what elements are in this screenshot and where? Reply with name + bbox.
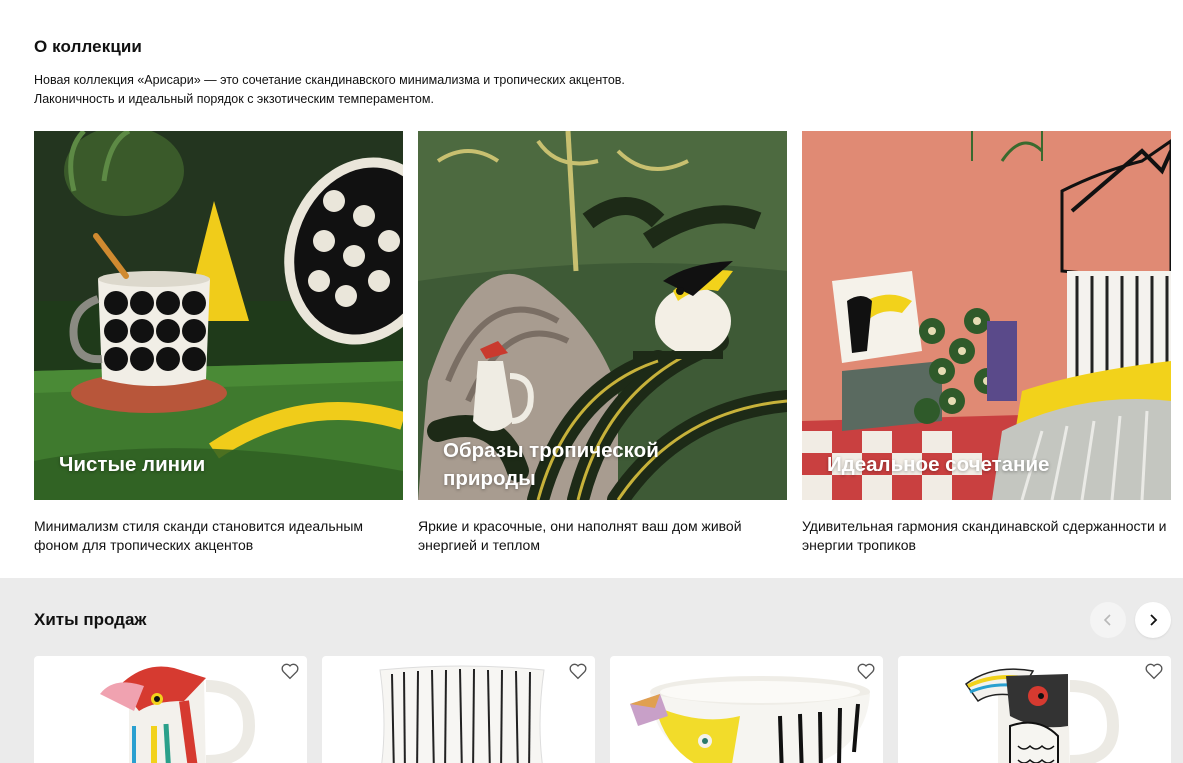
- bestsellers-section: Хиты продаж: [0, 578, 1183, 763]
- toucan-bowl-image: [630, 676, 870, 763]
- heart-icon[interactable]: [1143, 660, 1165, 682]
- card-text-clean-lines: Минимализм стиля сканди становится идеал…: [34, 518, 364, 553]
- chevron-left-icon: [1103, 614, 1111, 626]
- carousel-next-button[interactable]: [1135, 602, 1171, 638]
- bedroom-photo: [802, 131, 1171, 500]
- bestsellers-title: Хиты продаж: [34, 610, 147, 629]
- product-card-hornbill-pitcher[interactable]: [898, 656, 1171, 763]
- about-desc-line-1: Новая коллекция «Арисари» — это сочетани…: [34, 73, 625, 87]
- about-title: О коллекции: [34, 37, 142, 56]
- collection-card-tropical-images[interactable]: Образы тропической природы Яркие и красо…: [418, 131, 787, 555]
- toucan-pitcher-image: [100, 666, 256, 763]
- card-image-clean-lines[interactable]: Чистые линии: [34, 131, 403, 500]
- collection-about-section: О коллекции Новая коллекция «Арисари» — …: [0, 0, 1183, 578]
- product-card-toucan-pitcher[interactable]: [34, 656, 307, 763]
- card-text-tropical-images: Яркие и красочные, они наполнят ваш дом …: [418, 518, 742, 553]
- card-caption-clean-lines: Чистые линии: [59, 453, 206, 476]
- card-caption-line-1: Образы тропической: [443, 439, 659, 462]
- hornbill-pitcher-image: [964, 668, 1120, 763]
- about-desc-line-2: Лаконичность и идеальный порядок с экзот…: [34, 92, 434, 106]
- mug-plate-photo: [34, 131, 403, 500]
- card-text-perfect-combination: Удивительная гармония скандинавской сдер…: [802, 518, 1167, 553]
- card-image-tropical-images[interactable]: Образы тропической природы: [418, 131, 787, 500]
- product-card-striped-cushion[interactable]: [322, 656, 595, 763]
- card-image-perfect-combination[interactable]: Идеальное сочетание: [802, 131, 1171, 500]
- heart-icon[interactable]: [855, 660, 877, 682]
- collection-card-clean-lines[interactable]: Чистые линии Минимализм стиля сканди ста…: [34, 131, 403, 555]
- carousel-prev-button[interactable]: [1090, 602, 1126, 638]
- card-caption-line-2: природы: [443, 467, 536, 490]
- about-description: Новая коллекция «Арисари» — это сочетани…: [34, 71, 625, 109]
- card-caption-tropical-images: Образы тропической природы: [443, 437, 659, 493]
- chevron-right-icon: [1150, 614, 1158, 626]
- collection-card-perfect-combination[interactable]: Идеальное сочетание Удивительная гармони…: [802, 131, 1171, 555]
- product-card-toucan-bowl[interactable]: [610, 656, 883, 763]
- heart-icon[interactable]: [279, 660, 301, 682]
- striped-cushion-image: [379, 665, 545, 763]
- heart-icon[interactable]: [567, 660, 589, 682]
- card-caption-perfect-combination: Идеальное сочетание: [827, 453, 1050, 476]
